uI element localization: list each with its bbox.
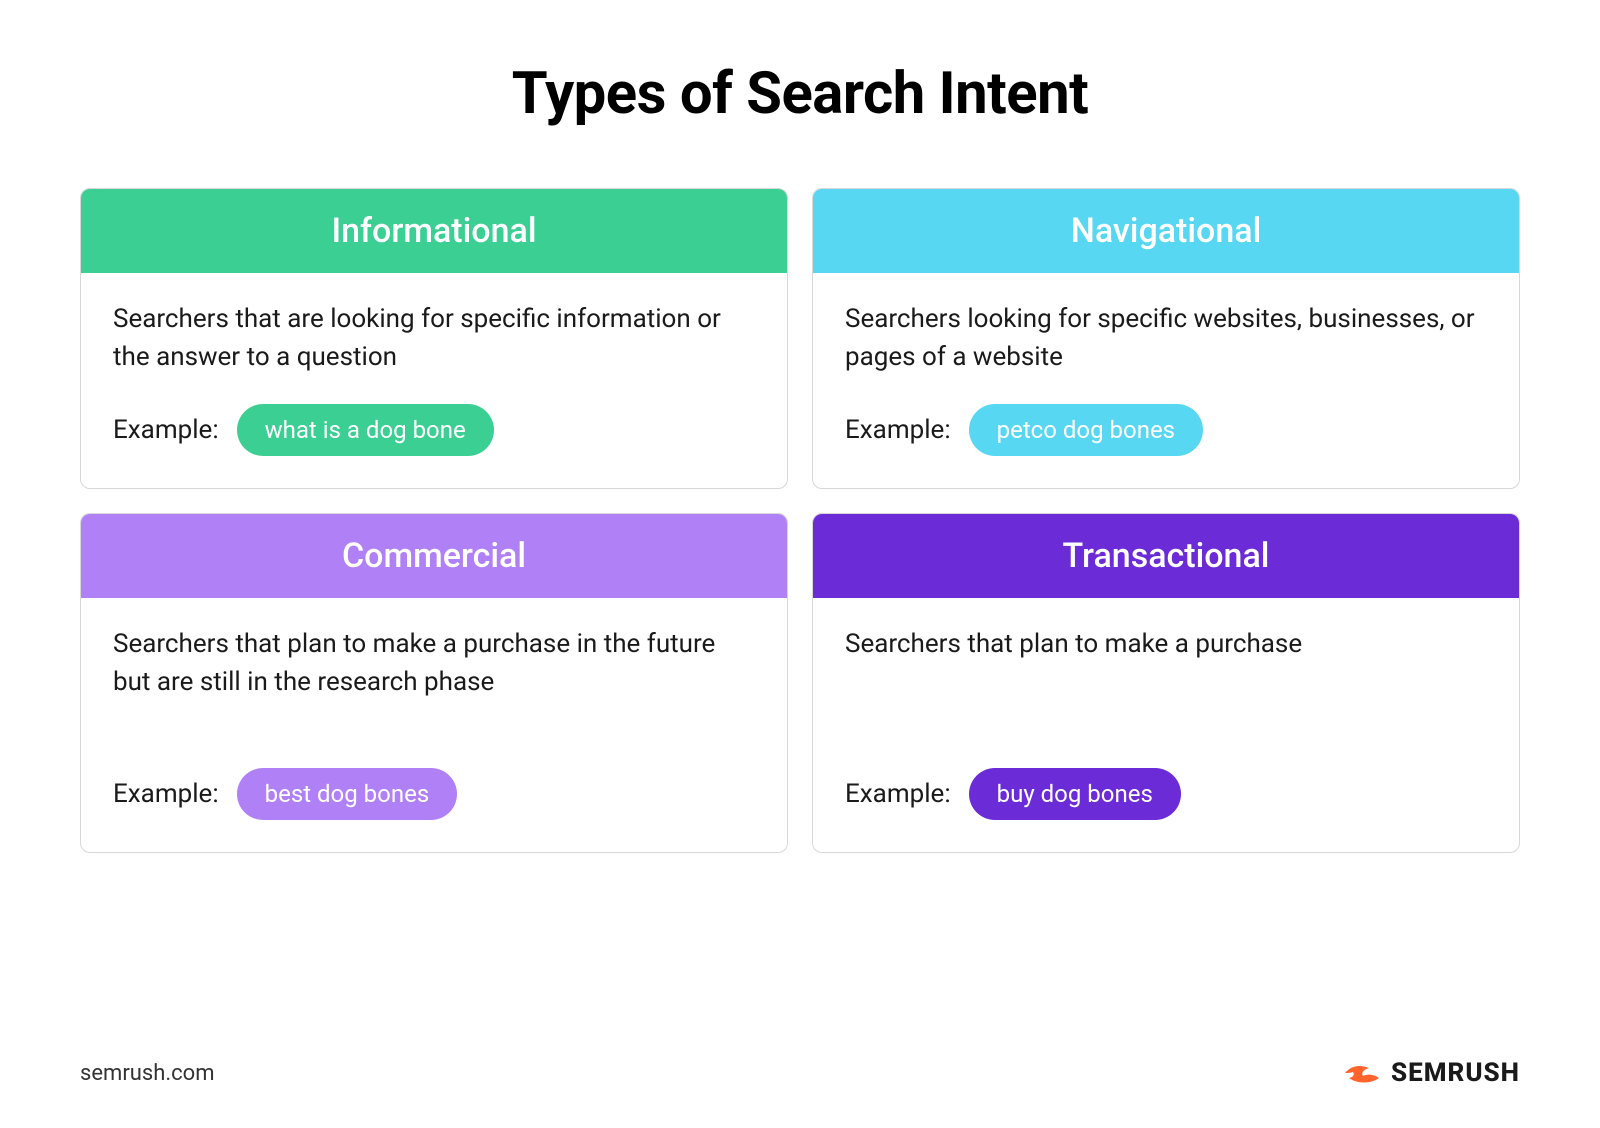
example-row: Example: buy dog bones [845, 768, 1487, 820]
card-header: Informational [81, 189, 787, 273]
card-commercial: Commercial Searchers that plan to make a… [80, 513, 788, 853]
card-header: Transactional [813, 514, 1519, 598]
example-pill: petco dog bones [969, 404, 1203, 456]
example-row: Example: best dog bones [113, 768, 755, 820]
card-navigational: Navigational Searchers looking for speci… [812, 188, 1520, 489]
flame-icon [1343, 1058, 1381, 1088]
brand-logo: SEMRUSH [1343, 1058, 1520, 1088]
example-row: Example: petco dog bones [845, 404, 1487, 456]
card-description: Searchers that plan to make a purchase i… [113, 626, 755, 740]
card-description: Searchers looking for specific websites,… [845, 301, 1487, 376]
card-body: Searchers that plan to make a purchase i… [81, 598, 787, 852]
example-pill: what is a dog bone [237, 404, 494, 456]
card-description: Searchers that plan to make a purchase [845, 626, 1487, 740]
example-label: Example: [113, 415, 219, 445]
example-pill: buy dog bones [969, 768, 1181, 820]
card-description: Searchers that are looking for specific … [113, 301, 755, 376]
card-transactional: Transactional Searchers that plan to mak… [812, 513, 1520, 853]
example-label: Example: [845, 415, 951, 445]
card-body: Searchers that plan to make a purchase E… [813, 598, 1519, 852]
card-body: Searchers looking for specific websites,… [813, 273, 1519, 488]
card-informational: Informational Searchers that are looking… [80, 188, 788, 489]
cards-grid: Informational Searchers that are looking… [80, 188, 1520, 853]
example-label: Example: [113, 779, 219, 809]
brand-name: SEMRUSH [1391, 1058, 1520, 1088]
footer-url: semrush.com [80, 1061, 215, 1086]
example-label: Example: [845, 779, 951, 809]
card-body: Searchers that are looking for specific … [81, 273, 787, 488]
card-header: Navigational [813, 189, 1519, 273]
example-pill: best dog bones [237, 768, 458, 820]
example-row: Example: what is a dog bone [113, 404, 755, 456]
footer: semrush.com SEMRUSH [80, 1058, 1520, 1088]
card-header: Commercial [81, 514, 787, 598]
page-title: Types of Search Intent [80, 60, 1520, 128]
